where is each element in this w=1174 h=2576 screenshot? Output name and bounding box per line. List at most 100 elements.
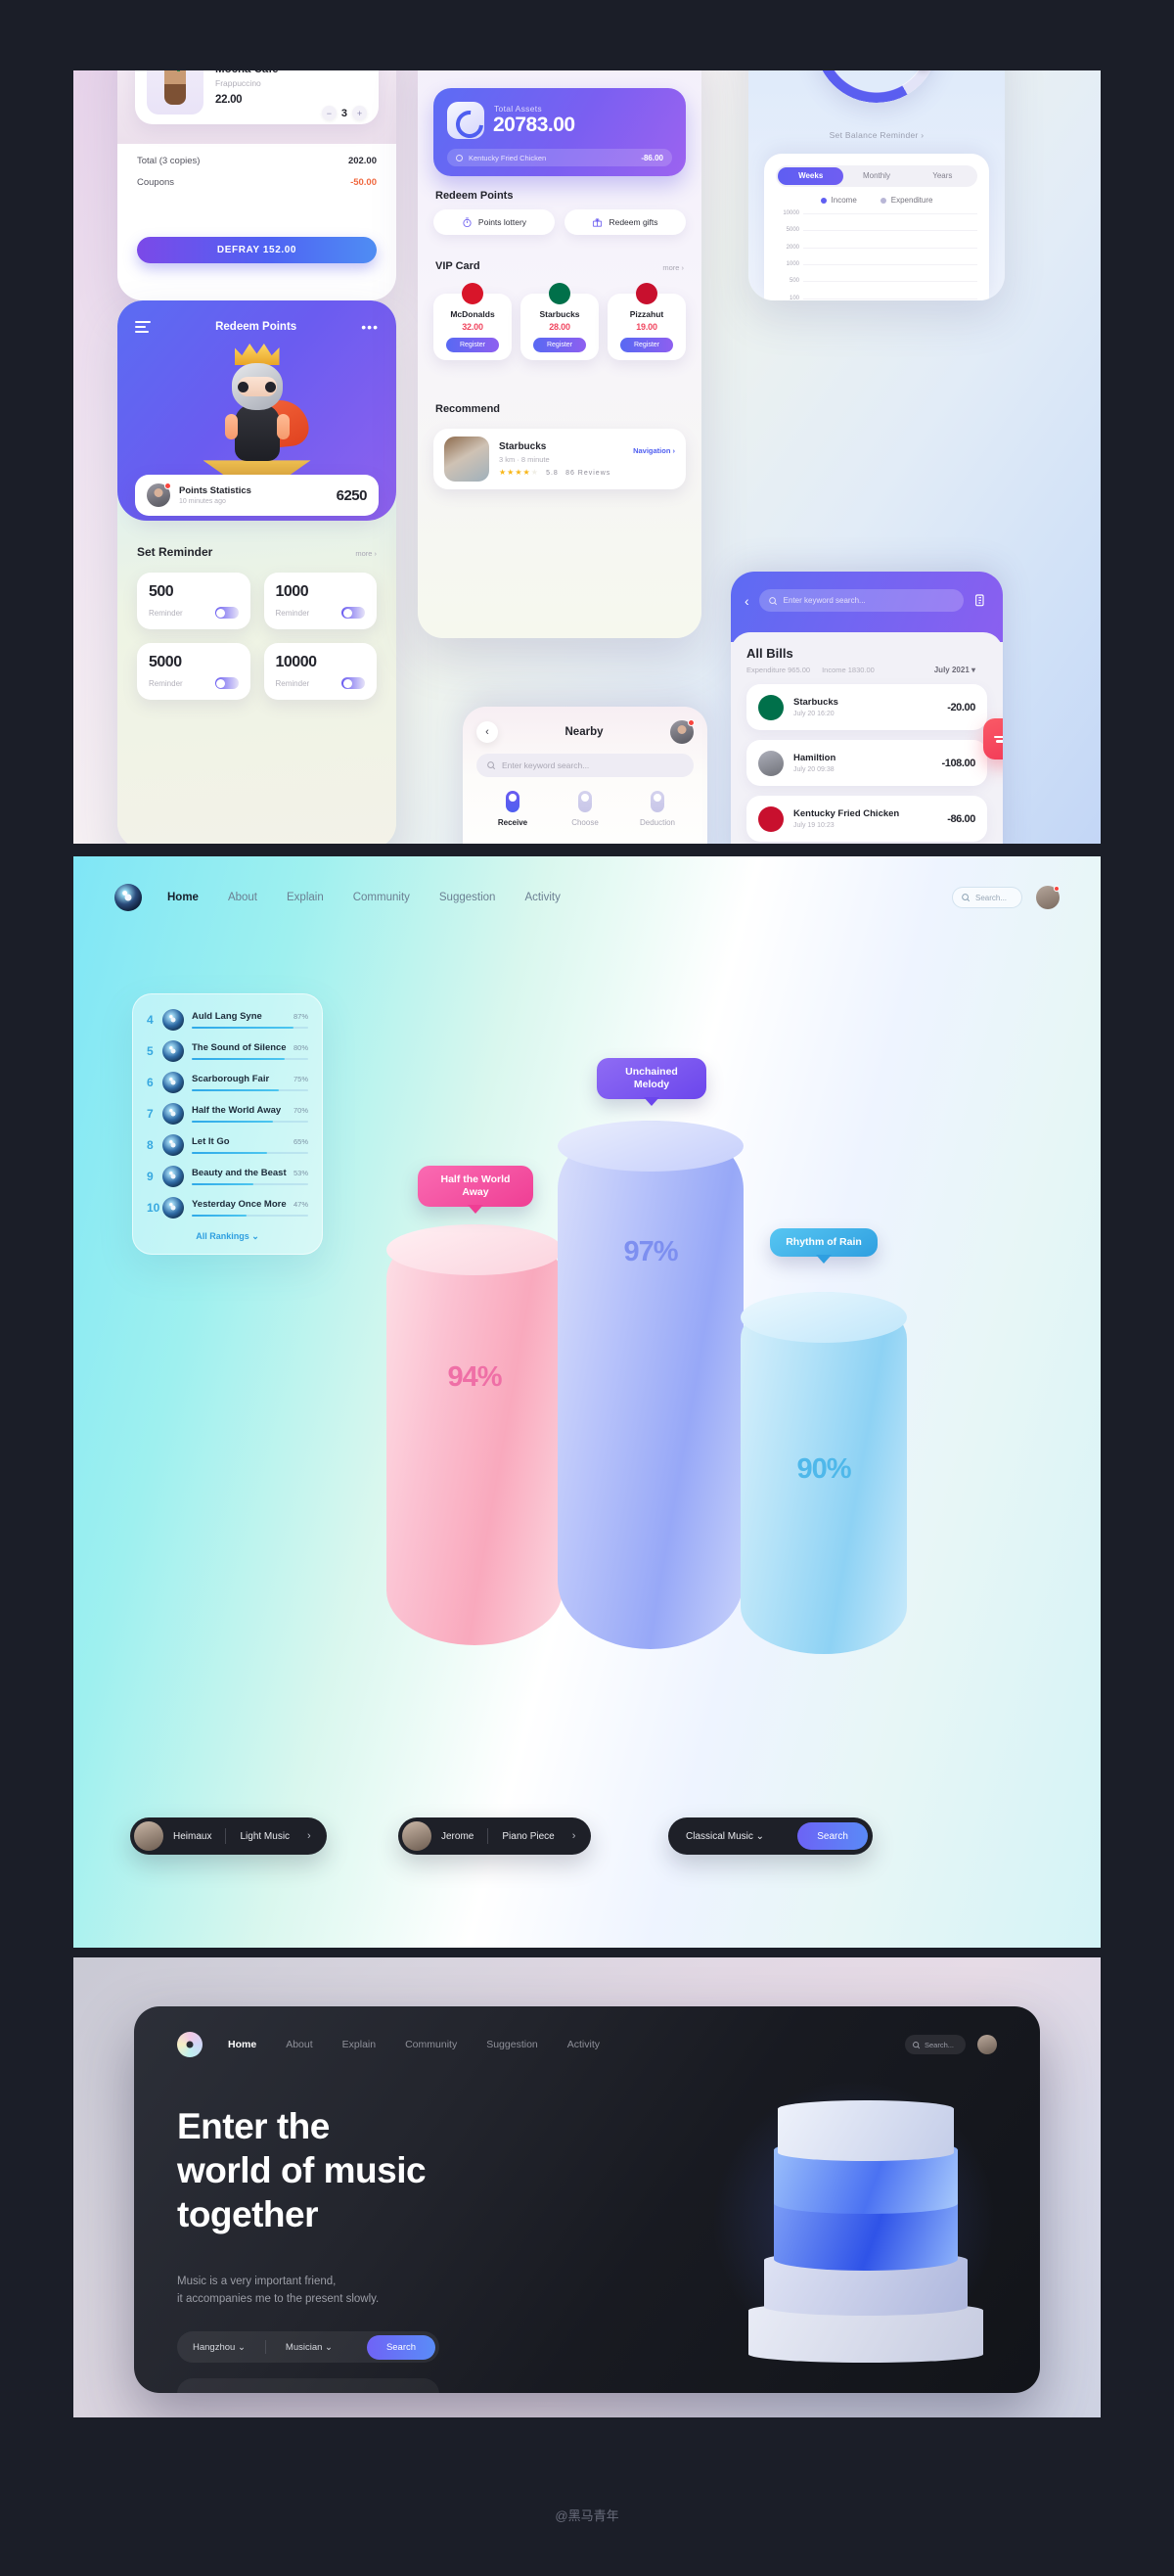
artist-bar-heimaux[interactable]: Heimaux Light Music › (130, 1817, 327, 1855)
list-item[interactable]: 8 Let It Go 65% (133, 1129, 322, 1161)
search-input[interactable]: Search... (952, 887, 1022, 908)
nav-item-activity[interactable]: Activity (524, 892, 560, 903)
bills-search-input[interactable]: Enter keyword search... (758, 589, 964, 612)
tab-monthly[interactable]: Monthly (843, 167, 909, 185)
documents-icon[interactable] (973, 593, 989, 609)
decrement-button[interactable]: − (321, 106, 337, 120)
nearby-search-input[interactable]: Enter keyword search... (476, 754, 694, 777)
reminder-card[interactable]: 500 Reminder (137, 573, 250, 629)
reminder-card[interactable]: 5000 Reminder (137, 643, 250, 700)
artist-bar-jerome[interactable]: Jerome Piano Piece › (398, 1817, 592, 1855)
tab-years[interactable]: Years (910, 167, 975, 185)
nav-item-home[interactable]: Home (228, 2039, 256, 2050)
navbar: Home About Explain Community Suggestion Activ… (177, 2032, 997, 2057)
vip-card[interactable]: Starbucks 28.00 Register (520, 283, 599, 360)
nav-item-activity[interactable]: Activity (567, 2039, 600, 2050)
reminder-toggle[interactable] (214, 607, 239, 619)
all-rankings-link[interactable]: All Rankings ⌄ (133, 1231, 322, 1242)
nav-item-home[interactable]: Home (167, 892, 199, 903)
points-statistics-card[interactable]: Points Statistics 10 minutes ago 6250 (135, 475, 379, 516)
reminder-card[interactable]: 10000 Reminder (263, 643, 377, 700)
avatar[interactable] (1036, 886, 1060, 909)
reminder-card[interactable]: 1000 Reminder (263, 573, 377, 629)
redeem-gifts-chip[interactable]: Redeem gifts (564, 209, 686, 235)
nav-item-suggestion[interactable]: Suggestion (439, 892, 496, 903)
list-item[interactable]: Heimaux Design teacher + (189, 2388, 428, 2393)
song-percent: 87% (293, 1012, 308, 1021)
step-choose[interactable]: Choose (549, 791, 621, 827)
search-button[interactable]: Search (367, 2334, 435, 2360)
nav-item-about[interactable]: About (228, 892, 257, 903)
nearby-top-bar: ‹ Nearby (463, 719, 707, 744)
nav-item-about[interactable]: About (286, 2039, 312, 2050)
vip-register-button[interactable]: Register (533, 338, 586, 352)
vip-register-button[interactable]: Register (446, 338, 499, 352)
more-options-icon[interactable]: ••• (361, 320, 379, 334)
points-lottery-chip[interactable]: Points lottery (433, 209, 555, 235)
progress-fill (192, 1121, 274, 1123)
genre-filter-bar[interactable]: Classical Music ⌄ Search (668, 1817, 874, 1855)
step-label: Receive (497, 818, 528, 827)
bills-month-selector[interactable]: July 2021 ▾ (934, 666, 975, 674)
table-row[interactable]: Kentucky Fried Chicken July 19 10:23 -86… (746, 796, 987, 842)
list-item[interactable]: 10 Yesterday Once More 47% (133, 1192, 322, 1223)
podium-tag-pink[interactable]: Half the World Away (418, 1166, 533, 1208)
step-receive[interactable]: Receive (476, 791, 549, 827)
filter-fab-button[interactable] (983, 718, 1003, 759)
phone-order-summary: Mocha Cafe Frappuccino 22.00 − 3 + Total… (117, 70, 396, 300)
increment-button[interactable]: + (352, 106, 367, 120)
reminder-toggle[interactable] (214, 677, 239, 689)
vip-card[interactable]: McDonalds 32.00 Register (433, 283, 512, 360)
back-icon[interactable]: ‹ (745, 593, 749, 609)
recommend-card[interactable]: Starbucks 3 km · 8 minute ★★★★★ 5.8 86 R… (433, 429, 686, 489)
podium-tag-cyan[interactable]: Rhythm of Rain (770, 1228, 878, 1258)
city-dropdown[interactable]: Hangzhou ⌄ (193, 2342, 246, 2353)
nav-item-community[interactable]: Community (353, 892, 410, 903)
table-row[interactable]: Hamiltion July 20 09:38 -108.00 (746, 740, 987, 786)
list-item[interactable]: 5 The Sound of Silence 80% (133, 1035, 322, 1067)
reminder-toggle[interactable] (341, 677, 365, 689)
table-row[interactable]: Starbucks July 20 16:20 -20.00 (746, 684, 987, 730)
defray-button[interactable]: DEFRAY 152.00 (137, 237, 377, 263)
nav-item-explain[interactable]: Explain (342, 2039, 376, 2050)
stopwatch-icon (463, 217, 472, 227)
vip-register-button[interactable]: Register (620, 338, 673, 352)
search-button[interactable]: Search (797, 1822, 869, 1850)
vip-more-link[interactable]: more › (662, 263, 684, 272)
list-item[interactable]: 7 Half the World Away 70% (133, 1098, 322, 1129)
genre-dropdown[interactable]: Classical Music ⌄ (686, 1831, 764, 1842)
list-item[interactable]: 9 Beauty and the Beast 53% (133, 1161, 322, 1192)
period-segmented-control[interactable]: Weeks Monthly Years (776, 165, 977, 187)
list-item[interactable]: 6 Scarborough Fair 75% (133, 1067, 322, 1098)
podium-tag-label: Unchained Melody (625, 1066, 678, 1091)
avatar[interactable] (977, 2035, 997, 2054)
recent-transaction-pill[interactable]: Kentucky Fried Chicken -86.00 (447, 149, 672, 166)
set-balance-reminder-link[interactable]: Set Balance Reminder › (748, 130, 1005, 140)
disc-logo-icon[interactable] (177, 2032, 203, 2057)
nav-item-suggestion[interactable]: Suggestion (486, 2039, 538, 2050)
list-item[interactable]: 4 Auld Lang Syne 87% (133, 1004, 322, 1035)
role-dropdown[interactable]: Musician ⌄ (286, 2342, 333, 2353)
search-input[interactable]: Search... (905, 2035, 966, 2054)
step-deduction[interactable]: Deduction (621, 791, 694, 827)
avatar (758, 750, 784, 776)
recommend-navigation-link[interactable]: Navigation › (633, 446, 675, 455)
song-title: Scarborough Fair (192, 1074, 270, 1084)
mascot-body (234, 404, 280, 461)
podium-tag-blue[interactable]: Unchained Melody (597, 1058, 706, 1100)
set-reminder-more-link[interactable]: more › (355, 549, 377, 558)
notification-dot (1054, 886, 1060, 892)
nav-item-community[interactable]: Community (405, 2039, 457, 2050)
vip-card[interactable]: Pizzahut 19.00 Register (608, 283, 686, 360)
nav-item-explain[interactable]: Explain (287, 892, 324, 903)
rank-head: Let It Go 65% (192, 1136, 308, 1147)
reminder-toggle[interactable] (341, 607, 365, 619)
disc-logo-icon[interactable] (114, 884, 142, 911)
menu-icon[interactable] (135, 318, 151, 336)
ranking-rows: 4 Auld Lang Syne 87% 5 The Sound of Silence 8… (133, 1004, 322, 1223)
tab-weeks[interactable]: Weeks (778, 167, 844, 185)
quantity-stepper[interactable]: − 3 + (321, 106, 367, 120)
balance-dial[interactable] (815, 70, 938, 103)
back-icon[interactable]: ‹ (476, 721, 498, 743)
avatar[interactable] (670, 719, 695, 744)
